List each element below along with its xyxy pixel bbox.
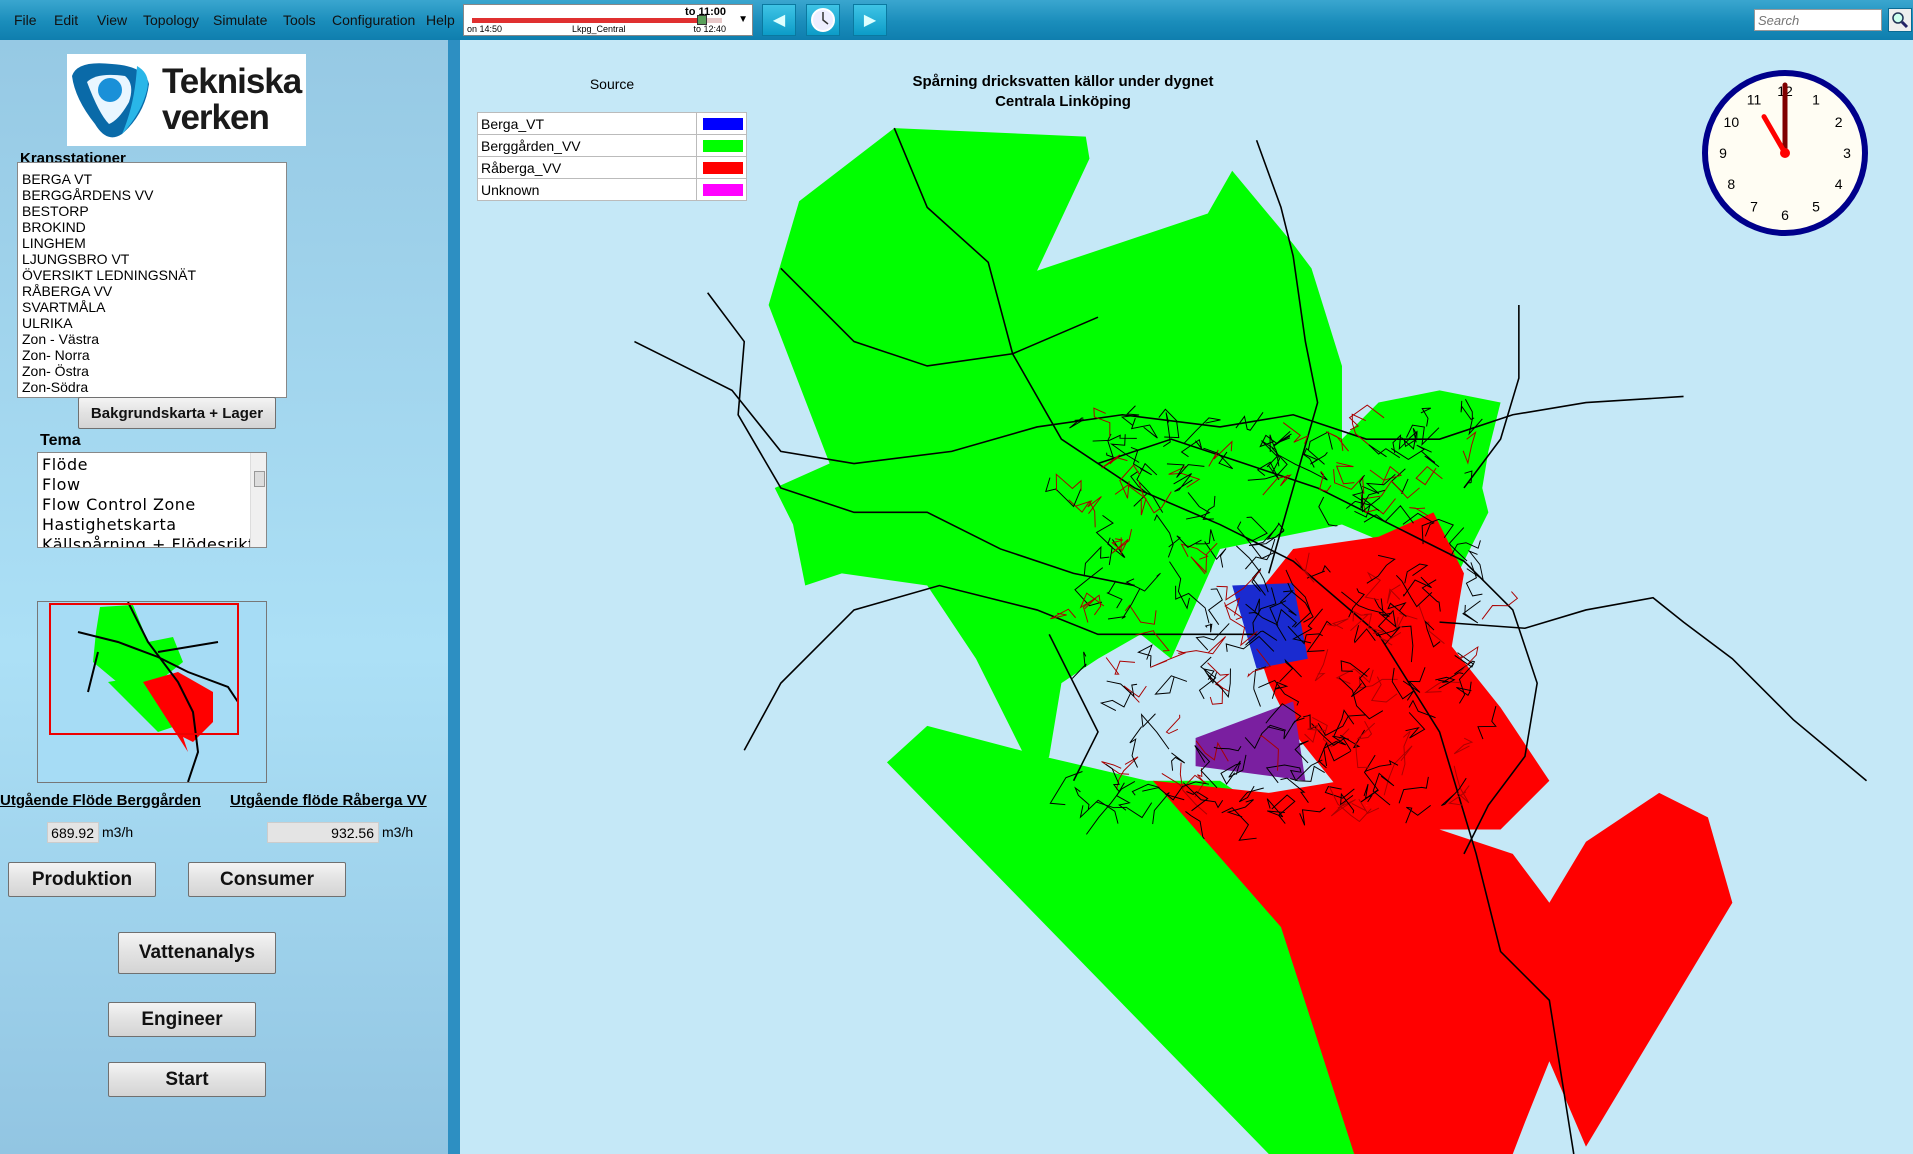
clock-number: 9: [1719, 145, 1727, 161]
legend-row: Unknown: [477, 178, 747, 201]
source-legend: Berga_VT Berggården_VV Råberga_VV Unknown: [477, 112, 747, 201]
legend-swatch: [703, 117, 743, 130]
clock-number: 4: [1835, 176, 1843, 192]
map-title: Spårning dricksvatten källor under dygne…: [863, 72, 1263, 112]
clock-number: 1: [1812, 91, 1820, 107]
clock-number: 7: [1750, 199, 1758, 215]
clock-number: 6: [1781, 207, 1789, 223]
legend-label: Råberga_VV: [477, 156, 697, 179]
legend-swatch-cell: [696, 178, 747, 201]
legend-row: Berggården_VV: [477, 134, 747, 157]
clock-number: 2: [1835, 114, 1843, 130]
legend-swatch-cell: [696, 156, 747, 179]
clock-number: 8: [1727, 176, 1735, 192]
legend-swatch-cell: [696, 134, 747, 157]
legend-swatch: [703, 183, 743, 196]
legend-row: Berga_VT: [477, 112, 747, 135]
clock-number: 5: [1812, 199, 1820, 215]
map-title-line1: Spårning dricksvatten källor under dygne…: [912, 73, 1214, 90]
map-title-line2: Centrala Linköping: [995, 93, 1131, 110]
legend-swatch: [703, 161, 743, 174]
legend-swatch-cell: [696, 112, 747, 135]
clock-center: [1780, 148, 1790, 158]
legend-label: Unknown: [477, 178, 697, 201]
clock-number: 11: [1747, 91, 1762, 107]
clock-number: 10: [1724, 114, 1740, 130]
network-map[interactable]: Source Berga_VT Berggården_VV Råberga_VV Un…: [460, 40, 1913, 1154]
legend-label: Berga_VT: [477, 112, 697, 135]
legend-label: Berggården_VV: [477, 134, 697, 157]
clock-number: 3: [1843, 145, 1851, 161]
analog-clock: 121234567891011: [1702, 70, 1868, 236]
zone-mixed-purple: [1195, 701, 1306, 781]
legend-title: Source: [589, 76, 635, 92]
legend-row: Råberga_VV: [477, 156, 747, 179]
legend-swatch: [703, 139, 743, 152]
map-drawing: [634, 127, 1868, 1154]
